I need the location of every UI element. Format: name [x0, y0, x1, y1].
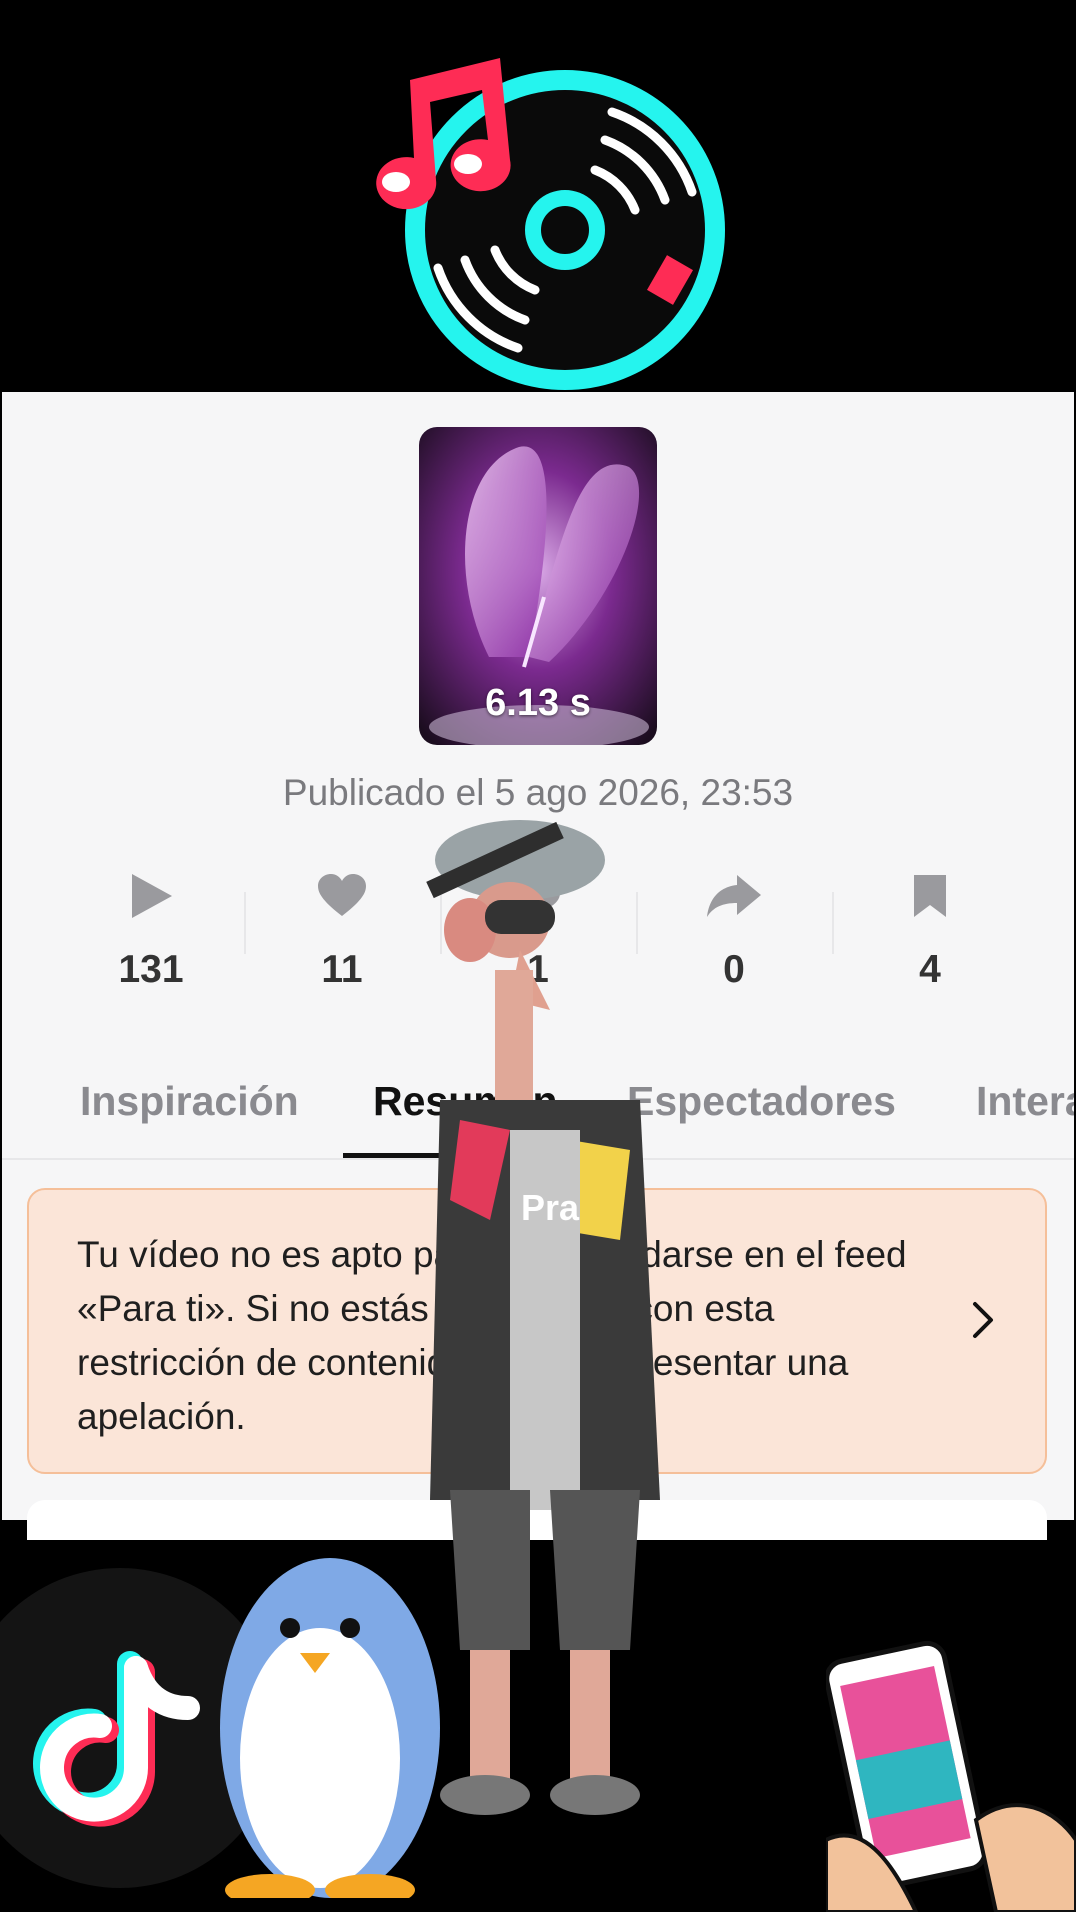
tab-inspiracion[interactable]: Inspiración — [80, 1078, 299, 1125]
stat-views[interactable]: 131 — [53, 868, 249, 992]
svg-text:Pra: Pra — [521, 1187, 580, 1228]
stat-views-value: 131 — [118, 948, 184, 991]
video-duration: 6.13 s — [485, 682, 591, 724]
chevron-right-icon — [971, 1300, 995, 1345]
tab-interaccion[interactable]: Interacción — [976, 1078, 1074, 1125]
play-icon — [53, 868, 249, 924]
phone-in-hand-sticker — [826, 1640, 1076, 1912]
penguin-sticker — [220, 1558, 440, 1898]
bookmark-icon — [832, 868, 1028, 924]
stat-saves[interactable]: 4 — [832, 868, 1028, 992]
stat-saves-value: 4 — [919, 948, 941, 991]
video-thumbnail[interactable]: 6.13 s — [419, 427, 657, 745]
cartoon-character-sticker: Pra — [426, 820, 660, 1815]
music-vinyl-logo-sticker — [376, 58, 725, 390]
